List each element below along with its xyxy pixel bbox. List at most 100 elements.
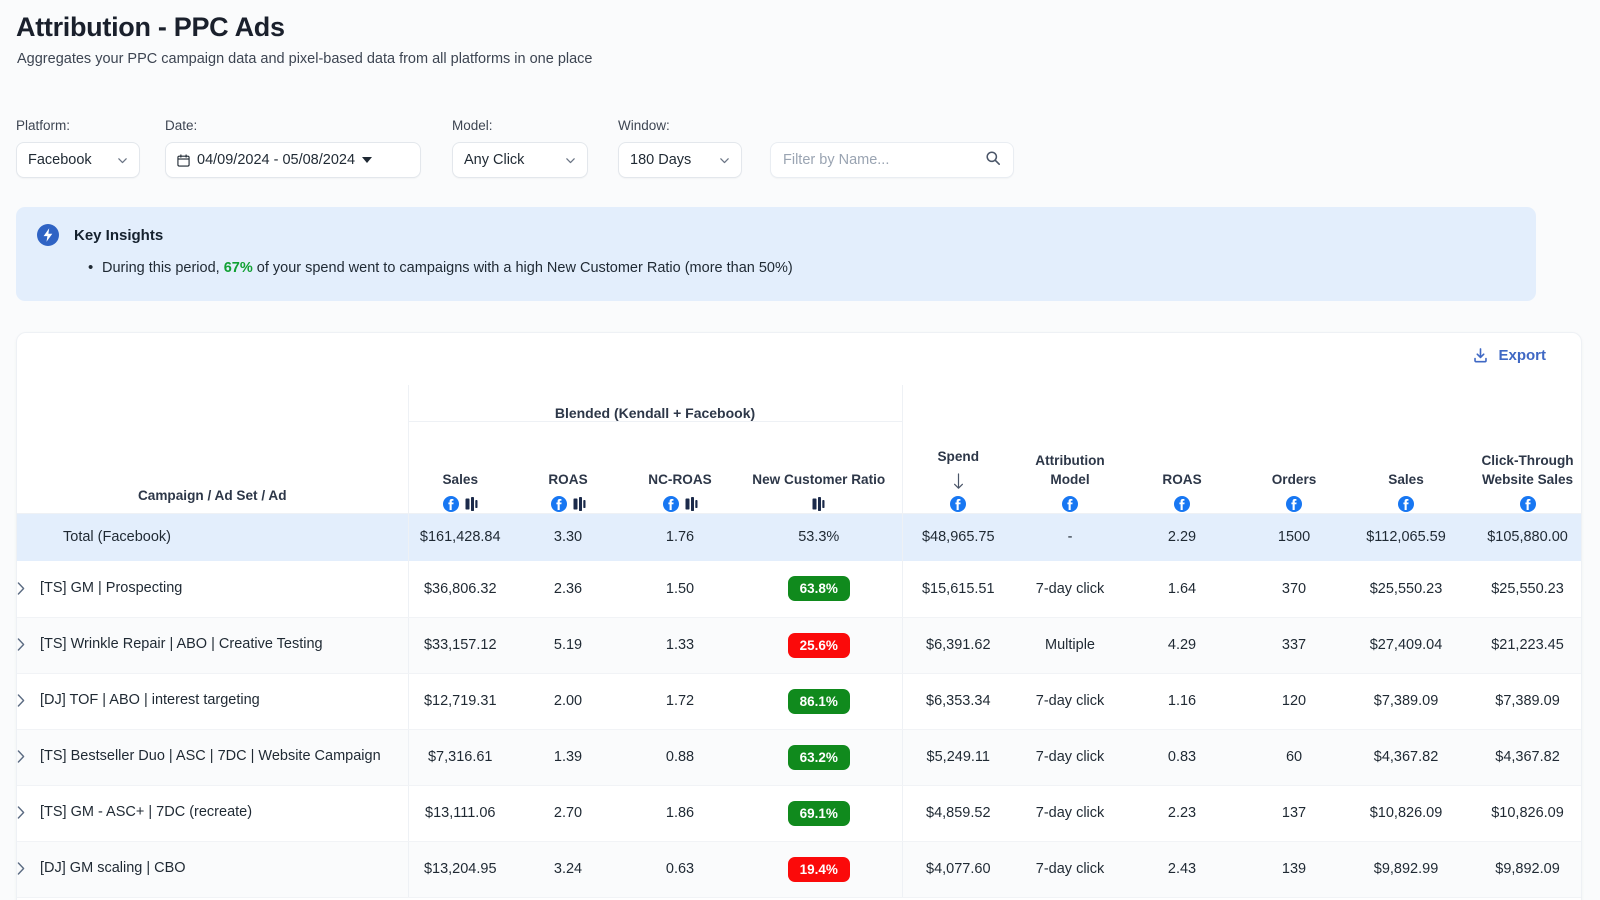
cell-attribution-model: 7-day click bbox=[1014, 561, 1126, 617]
date-range-picker[interactable]: 04/09/2024 - 05/08/2024 bbox=[165, 142, 421, 178]
row-name-cell: [DJ] GM scaling | CBO bbox=[17, 841, 408, 897]
cell-attribution-model: 7-day click bbox=[1014, 673, 1126, 729]
cell-attribution-model: 7-day click bbox=[1014, 841, 1126, 897]
column-header-campaign[interactable]: Campaign / Ad Set / Ad bbox=[17, 421, 408, 513]
cell-orders: 370 bbox=[1238, 561, 1350, 617]
column-label: Orders bbox=[1272, 470, 1317, 489]
cell-click-through-website-sales: $25,550.23 bbox=[1462, 561, 1582, 617]
cell-orders: 120 bbox=[1238, 673, 1350, 729]
cell-blended-sales: $12,719.31 bbox=[408, 673, 512, 729]
expand-row-chevron-icon[interactable] bbox=[17, 582, 26, 595]
total-row-name-cell: Total (Facebook) bbox=[17, 513, 408, 561]
table-row[interactable]: [TS] Bestseller Duo | ASC | 7DC | Websit… bbox=[17, 729, 1582, 785]
cell-new-customer-ratio: 69.1% bbox=[736, 785, 902, 841]
key-insights-header: Key Insights bbox=[36, 223, 1516, 247]
column-header-new-customer-ratio[interactable]: New Customer Ratio bbox=[736, 421, 902, 513]
filter-bar: Platform: Facebook Date: 04/09/2024 - 05… bbox=[16, 118, 1014, 178]
facebook-icon bbox=[1398, 496, 1414, 512]
cell-new-customer-ratio: 63.2% bbox=[736, 729, 902, 785]
column-header-fb-roas[interactable]: ROAS bbox=[1126, 421, 1238, 513]
cell-blended-ncroas: 1.86 bbox=[624, 785, 736, 841]
cell-spend: $6,353.34 bbox=[902, 673, 1014, 729]
group-spacer-left bbox=[17, 385, 408, 421]
column-header-blended-ncroas[interactable]: NC-ROAS bbox=[624, 421, 736, 513]
cell-attribution-model: 7-day click bbox=[1014, 729, 1126, 785]
total-fb-sales: $112,065.59 bbox=[1350, 513, 1462, 561]
expand-row-chevron-icon[interactable] bbox=[17, 694, 26, 707]
window-select[interactable]: 180 Days bbox=[618, 142, 742, 178]
chevron-down-icon bbox=[719, 155, 730, 166]
search-input[interactable] bbox=[783, 152, 979, 168]
table-row[interactable]: [TS] GM - ASC+ | 7DC (recreate)$13,111.0… bbox=[17, 785, 1582, 841]
table-body: Total (Facebook) $161,428.84 3.30 1.76 5… bbox=[17, 513, 1582, 897]
cell-attribution-model: Multiple bbox=[1014, 617, 1126, 673]
column-header-attribution-model[interactable]: Attribution Model bbox=[1014, 421, 1126, 513]
new-customer-ratio-badge: 25.6% bbox=[788, 633, 850, 658]
export-button[interactable]: Export bbox=[1472, 347, 1546, 364]
row-name-cell: [DJ] TOF | ABO | interest targeting bbox=[17, 673, 408, 729]
expand-row-chevron-icon[interactable] bbox=[17, 806, 26, 819]
cell-fb-roas: 4.29 bbox=[1126, 617, 1238, 673]
chevron-down-icon bbox=[565, 155, 576, 166]
cell-fb-roas: 0.83 bbox=[1126, 729, 1238, 785]
table-row[interactable]: [DJ] TOF | ABO | interest targeting$12,7… bbox=[17, 673, 1582, 729]
row-name: [TS] Bestseller Duo | ASC | 7DC | Websit… bbox=[40, 746, 381, 767]
row-name-cell: [TS] GM | Prospecting bbox=[17, 561, 408, 617]
cell-new-customer-ratio: 63.8% bbox=[736, 561, 902, 617]
insight-text-pre: During this period, bbox=[102, 260, 224, 276]
total-blended-sales: $161,428.84 bbox=[408, 513, 512, 561]
column-header-blended-sales[interactable]: Sales bbox=[408, 421, 512, 513]
new-customer-ratio-badge: 63.8% bbox=[788, 576, 850, 601]
expand-row-chevron-icon[interactable] bbox=[17, 750, 26, 763]
total-row-label: Total (Facebook) bbox=[17, 529, 408, 545]
cell-click-through-website-sales: $4,367.82 bbox=[1462, 729, 1582, 785]
table-row[interactable]: [TS] Wrinkle Repair | ABO | Creative Tes… bbox=[17, 617, 1582, 673]
row-name: [TS] GM | Prospecting bbox=[40, 578, 182, 599]
table-total-row: Total (Facebook) $161,428.84 3.30 1.76 5… bbox=[17, 513, 1582, 561]
cell-blended-ncroas: 1.50 bbox=[624, 561, 736, 617]
facebook-icon bbox=[1174, 496, 1190, 512]
row-name: [DJ] GM scaling | CBO bbox=[40, 858, 186, 879]
sort-desc-icon bbox=[952, 473, 965, 490]
cell-spend: $4,077.60 bbox=[902, 841, 1014, 897]
table-row[interactable]: [DJ] GM scaling | CBO$13,204.953.240.631… bbox=[17, 841, 1582, 897]
cell-click-through-website-sales: $21,223.45 bbox=[1462, 617, 1582, 673]
platform-select-value: Facebook bbox=[28, 152, 92, 168]
platform-select[interactable]: Facebook bbox=[16, 142, 140, 178]
cell-fb-roas: 1.16 bbox=[1126, 673, 1238, 729]
platform-filter-label: Platform: bbox=[16, 118, 140, 133]
model-select[interactable]: Any Click bbox=[452, 142, 588, 178]
search-box[interactable] bbox=[770, 142, 1014, 178]
insight-text-post: of your spend went to campaigns with a h… bbox=[253, 260, 793, 276]
table-group-header-row: Blended (Kendall + Facebook) bbox=[17, 385, 1582, 421]
date-filter-label: Date: bbox=[165, 118, 421, 133]
row-name-cell: [TS] Wrinkle Repair | ABO | Creative Tes… bbox=[17, 617, 408, 673]
column-header-blended-roas[interactable]: ROAS bbox=[512, 421, 624, 513]
expand-row-chevron-icon[interactable] bbox=[17, 638, 26, 651]
cell-blended-roas: 1.39 bbox=[512, 729, 624, 785]
table-row[interactable]: [TS] GM | Prospecting$36,806.322.361.506… bbox=[17, 561, 1582, 617]
kendall-icon bbox=[812, 497, 825, 511]
expand-row-chevron-icon[interactable] bbox=[17, 862, 26, 875]
kendall-icon bbox=[685, 497, 698, 511]
column-header-click-through-website-sales[interactable]: Click-Through Website Sales bbox=[1462, 421, 1582, 513]
calendar-icon bbox=[177, 154, 190, 167]
column-header-fb-sales[interactable]: Sales bbox=[1350, 421, 1462, 513]
cell-new-customer-ratio: 86.1% bbox=[736, 673, 902, 729]
column-label: Attribution Model bbox=[1014, 451, 1126, 490]
column-header-orders[interactable]: Orders bbox=[1238, 421, 1350, 513]
cell-blended-roas: 3.24 bbox=[512, 841, 624, 897]
cell-spend: $5,249.11 bbox=[902, 729, 1014, 785]
column-label: Click-Through Website Sales bbox=[1462, 451, 1582, 490]
cell-blended-ncroas: 0.88 bbox=[624, 729, 736, 785]
cell-orders: 139 bbox=[1238, 841, 1350, 897]
attribution-table: Blended (Kendall + Facebook) Campaign / … bbox=[17, 385, 1582, 898]
new-customer-ratio-badge: 69.1% bbox=[788, 801, 850, 826]
search-icon[interactable] bbox=[985, 150, 1001, 171]
cell-blended-roas: 2.70 bbox=[512, 785, 624, 841]
row-name-cell: [TS] GM - ASC+ | 7DC (recreate) bbox=[17, 785, 408, 841]
search-filter-group bbox=[770, 118, 1014, 178]
cell-spend: $4,859.52 bbox=[902, 785, 1014, 841]
total-click-through-website-sales: $105,880.00 bbox=[1462, 513, 1582, 561]
column-header-spend[interactable]: Spend bbox=[902, 421, 1014, 513]
